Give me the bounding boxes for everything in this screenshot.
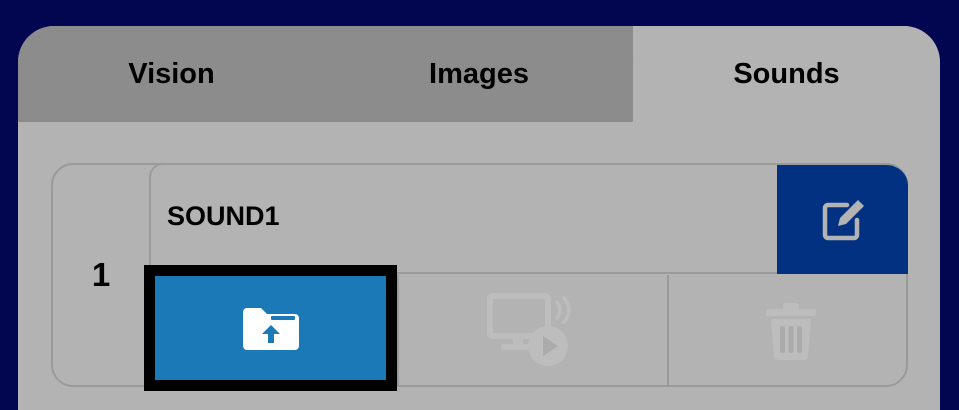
trash-icon: [765, 303, 816, 361]
sound-index: 1: [91, 256, 111, 293]
edit-button[interactable]: [777, 165, 908, 274]
tab-sounds[interactable]: Sounds: [633, 26, 940, 122]
folder-upload-icon: [242, 308, 299, 350]
tab-vision[interactable]: Vision: [18, 26, 325, 122]
screen-play-icon: [487, 293, 571, 366]
edit-icon: [822, 199, 864, 240]
delete-button[interactable]: [671, 275, 908, 387]
tab-bar: Vision Images Sounds: [18, 26, 940, 122]
play-button[interactable]: [397, 275, 669, 387]
upload-button[interactable]: [144, 265, 397, 391]
sound-name-row: SOUND1: [151, 165, 908, 274]
sound-name: SOUND1: [167, 201, 280, 231]
tab-images[interactable]: Images: [325, 26, 633, 122]
